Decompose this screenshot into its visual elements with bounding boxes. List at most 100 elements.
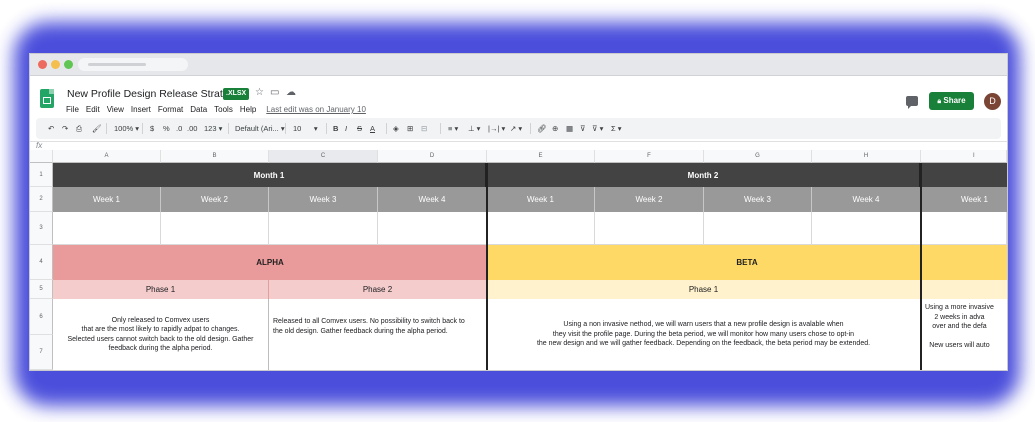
cell-alpha-phase-1-description[interactable]: Only released to Comvex users that are t… (53, 299, 269, 370)
vertical-align-icon[interactable]: ⊥ ▾ (468, 123, 480, 134)
maximize-window-button[interactable] (64, 60, 73, 69)
menu-tools[interactable]: Tools (214, 105, 233, 114)
cell-b3[interactable] (161, 212, 269, 245)
minimize-window-button[interactable] (51, 60, 60, 69)
cell-alpha-phase-2[interactable]: Phase 2 (269, 280, 487, 299)
cell-i3[interactable] (921, 212, 1007, 245)
column-header-f[interactable]: F (595, 150, 704, 163)
column-header-c[interactable]: C (269, 150, 378, 163)
filter-views-icon[interactable]: ⊽ ▾ (592, 123, 603, 134)
cell-beta[interactable]: BETA (487, 245, 1007, 280)
text-rotation-icon[interactable]: ↗ ▾ (510, 123, 522, 134)
last-edit-link[interactable]: Last edit was on January 10 (266, 105, 366, 114)
cell-f3[interactable] (595, 212, 704, 245)
font-family-select[interactable]: Default (Ari... ▾ (235, 123, 285, 134)
borders-icon[interactable]: ⊞ (407, 123, 413, 134)
insert-link-icon[interactable]: 🔗︎ (537, 123, 547, 134)
insert-comment-icon[interactable]: ⊕ (552, 123, 558, 134)
star-icon[interactable]: ☆ (255, 87, 264, 99)
close-window-button[interactable] (38, 60, 47, 69)
filter-icon[interactable]: ⊽ (580, 123, 586, 134)
row-header-5[interactable]: 5 (30, 280, 53, 299)
menu-help[interactable]: Help (240, 105, 256, 114)
cell-week-b[interactable]: Week 2 (161, 187, 269, 212)
cell-beta-phase-1[interactable]: Phase 1 (487, 280, 921, 299)
month-divider (486, 163, 488, 370)
row-header-3[interactable]: 3 (30, 212, 53, 245)
cell-week-e[interactable]: Week 1 (487, 187, 595, 212)
increase-decimal-button[interactable]: .00 (187, 123, 197, 134)
menu-file[interactable]: File (66, 105, 79, 114)
cell-a3[interactable] (53, 212, 161, 245)
cell-week-d[interactable]: Week 4 (378, 187, 487, 212)
cell-month-2[interactable]: Month 2 (487, 163, 921, 187)
text-color-button[interactable]: A (370, 123, 375, 134)
column-header-a[interactable]: A (53, 150, 161, 163)
comments-icon[interactable] (906, 96, 918, 109)
fill-color-icon[interactable]: ◈ (393, 123, 399, 134)
cell-beta-phase-1-description[interactable]: Using a non invasive nethod, we will war… (487, 299, 921, 370)
cell-week-a[interactable]: Week 1 (53, 187, 161, 212)
menu-view[interactable]: View (107, 105, 124, 114)
italic-button[interactable]: I (345, 123, 347, 134)
insert-chart-icon[interactable]: ▦ (566, 123, 573, 134)
move-folder-icon[interactable]: ▭ (270, 87, 279, 99)
cloud-status-icon[interactable]: ☁ (286, 87, 296, 99)
bold-button[interactable]: B (333, 123, 338, 134)
cell-week-c[interactable]: Week 3 (269, 187, 378, 212)
merge-cells-icon[interactable]: ⊟ (421, 123, 427, 134)
row-header-7[interactable]: 7 (30, 335, 53, 370)
row-header-6[interactable]: 6 (30, 299, 53, 335)
cell-h3[interactable] (812, 212, 921, 245)
cell-week-h[interactable]: Week 4 (812, 187, 921, 212)
cell-alpha[interactable]: ALPHA (53, 245, 487, 280)
column-header-i[interactable]: I (921, 150, 1007, 163)
functions-icon[interactable]: Σ ▾ (611, 123, 622, 134)
cell-alpha-phase-2-description[interactable]: Released to all Comvex users. No possibi… (269, 299, 487, 370)
column-header-e[interactable]: E (487, 150, 595, 163)
text-wrap-icon[interactable]: |→| ▾ (488, 123, 505, 134)
column-header-d[interactable]: D (378, 150, 487, 163)
cell-week-i[interactable]: Week 1 (921, 187, 1007, 212)
cell-month-3-partial[interactable] (921, 163, 1007, 187)
font-size-select[interactable]: 10 ▾ (293, 123, 318, 134)
paint-format-icon[interactable]: 🖌︎ (92, 123, 102, 134)
decrease-decimal-button[interactable]: .0 (176, 123, 182, 134)
cell-month-1[interactable]: Month 1 (53, 163, 487, 187)
print-icon[interactable]: ⎙ (76, 123, 82, 134)
menu-format[interactable]: Format (158, 105, 183, 114)
cell-g3[interactable] (704, 212, 812, 245)
row-header-2[interactable]: 2 (30, 187, 53, 212)
cell-d3[interactable] (378, 212, 487, 245)
new-tab-button[interactable] (172, 59, 181, 68)
menu-edit[interactable]: Edit (86, 105, 100, 114)
currency-format-button[interactable]: $ (150, 123, 154, 134)
document-title[interactable]: New Profile Design Release Strategy (67, 88, 240, 100)
column-header-g[interactable]: G (704, 150, 812, 163)
cell-e3[interactable] (487, 212, 595, 245)
column-header-b[interactable]: B (161, 150, 269, 163)
share-button[interactable]: 🔒︎ Share (929, 92, 974, 110)
cell-c3[interactable] (269, 212, 378, 245)
percent-format-button[interactable]: % (163, 123, 170, 134)
cell-beta-phase-2-description-partial[interactable]: Using a more invasive 2 weeks in adva ov… (921, 299, 1007, 370)
avatar[interactable]: D (984, 93, 1001, 110)
cell-beta-phase-2-partial[interactable] (921, 280, 1007, 299)
cell-week-g[interactable]: Week 3 (704, 187, 812, 212)
horizontal-align-icon[interactable]: ≡ ▾ (448, 123, 458, 134)
redo-icon[interactable]: ↷ (62, 123, 68, 134)
menu-insert[interactable]: Insert (131, 105, 151, 114)
number-format-select[interactable]: 123 ▾ (204, 123, 222, 134)
undo-icon[interactable]: ↶ (48, 123, 54, 134)
row-header-1[interactable]: 1 (30, 163, 53, 187)
cell-week-f[interactable]: Week 2 (595, 187, 704, 212)
strikethrough-button[interactable]: S (357, 123, 362, 134)
sheets-logo-icon[interactable] (40, 89, 54, 108)
row-header-4[interactable]: 4 (30, 245, 53, 280)
zoom-select[interactable]: 100% ▾ (114, 123, 139, 134)
column-header-h[interactable]: H (812, 150, 921, 163)
font-size-value: 10 (293, 124, 302, 133)
menu-data[interactable]: Data (190, 105, 207, 114)
select-all-corner[interactable] (30, 150, 53, 163)
cell-alpha-phase-1[interactable]: Phase 1 (53, 280, 269, 299)
